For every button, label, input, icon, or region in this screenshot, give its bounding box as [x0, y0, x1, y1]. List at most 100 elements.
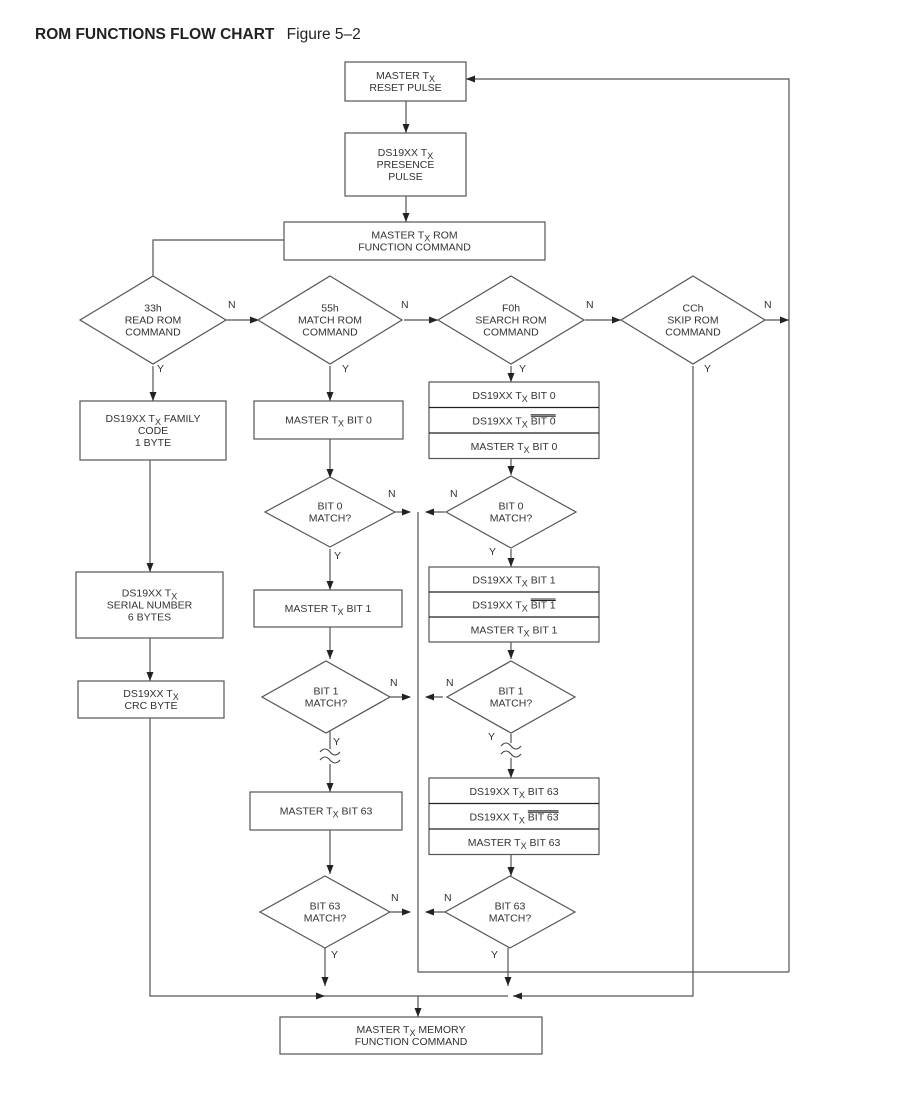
yes-label: Y: [334, 550, 341, 562]
search-rom-decision-text: SEARCH ROM: [475, 315, 546, 327]
master-bit63-node: MASTER TX BIT 63: [249, 791, 403, 831]
arrowhead: [402, 213, 410, 222]
arrowhead: [326, 865, 334, 874]
arrowhead: [507, 466, 515, 475]
break-symbol: [319, 748, 341, 764]
yes-label: Y: [157, 363, 164, 375]
presence-pulse-node-text: PULSE: [388, 171, 422, 183]
presence-pulse-node: DS19XX TXPRESENCEPULSE: [344, 132, 467, 197]
wave-line: [319, 756, 341, 764]
break-symbol: [500, 742, 522, 758]
yes-label: Y: [331, 949, 338, 961]
search-bit0-decision-text: BIT 0: [499, 501, 524, 513]
no-label: N: [228, 299, 236, 311]
master-bit1-node-text: MASTER TX BIT 1: [285, 603, 372, 617]
arrowhead: [326, 581, 334, 590]
match-bit63-decision: BIT 63MATCH?: [258, 875, 392, 949]
search-rom-decision-text: F0h: [502, 303, 520, 315]
serial-number-node-text: SERIAL NUMBER: [107, 600, 193, 612]
match-bit1-decision: BIT 1MATCH?: [260, 660, 392, 734]
arrowhead: [513, 992, 522, 1000]
arrowhead: [326, 392, 334, 401]
no-label: N: [391, 892, 399, 904]
master-bit0-node-text: MASTER TX BIT 0: [285, 415, 372, 429]
presence-pulse-node-text: PRESENCE: [377, 159, 435, 171]
match-bit63-decision-text: BIT 63: [310, 901, 341, 913]
wave-line: [319, 748, 341, 756]
match-rom-decision-text: COMMAND: [302, 327, 358, 339]
read-rom-decision-text: COMMAND: [125, 327, 181, 339]
reset-pulse-node: MASTER TXRESET PULSE: [344, 61, 467, 102]
crc-byte-node-text: CRC BYTE: [124, 700, 177, 712]
yes-label: Y: [704, 363, 711, 375]
skip-rom-decision: CChSKIP ROMCOMMAND: [619, 275, 767, 365]
connector-lines: [146, 75, 790, 1017]
match-bit63-decision-text: MATCH?: [304, 913, 347, 925]
family-code-node-text: CODE: [138, 425, 168, 437]
family-code-node: DS19XX TX FAMILYCODE1 BYTE: [79, 400, 227, 461]
arrowhead: [425, 908, 434, 916]
match-bit0-decision-text: BIT 0: [318, 501, 343, 513]
memory-function-command-node: MASTER TX MEMORYFUNCTION COMMAND: [279, 1016, 543, 1055]
search-bit1-stack-row-text: DS19XX TX BIT 1: [472, 575, 555, 589]
no-label: N: [401, 299, 409, 311]
match-bit0-decision-text: MATCH?: [309, 513, 352, 525]
match-bit1-decision-text: BIT 1: [314, 686, 339, 698]
read-rom-decision: 33hREAD ROMCOMMAND: [78, 275, 228, 365]
match-bit1-decision-text: MATCH?: [305, 698, 348, 710]
crc-byte-node: DS19XX TXCRC BYTE: [77, 680, 225, 719]
no-label: N: [586, 299, 594, 311]
master-bit1-node: MASTER TX BIT 1: [253, 589, 403, 628]
skip-rom-decision-text: CCh: [682, 303, 703, 315]
search-bit63-stack-row-text: DS19XX TX BIT 63: [469, 786, 558, 800]
skip-rom-decision-text: SKIP ROM: [667, 315, 718, 327]
yes-label: Y: [333, 736, 340, 748]
arrowhead: [402, 124, 410, 133]
search-bit63-decision: BIT 63MATCH?: [443, 875, 577, 949]
arrowhead: [612, 316, 621, 324]
search-bit63-stack: DS19XX TX BIT 63 DS19XX TX BIT 63 MASTER T…: [428, 777, 600, 856]
search-bit0-stack-row-text: DS19XX TX BIT 0: [472, 390, 555, 404]
arrowhead: [402, 908, 411, 916]
search-bit63-decision-text: BIT 63: [495, 901, 526, 913]
no-label: N: [388, 488, 396, 500]
arrowhead: [425, 508, 434, 516]
match-bit0-decision: BIT 0MATCH?: [263, 476, 397, 548]
arrowhead: [507, 373, 515, 382]
no-label: N: [764, 299, 772, 311]
memory-function-command-node-text: FUNCTION COMMAND: [355, 1036, 468, 1048]
search-rom-decision: F0hSEARCH ROMCOMMAND: [436, 275, 586, 365]
reset-pulse-node-text: RESET PULSE: [369, 82, 441, 94]
serial-number-node-text: 6 BYTES: [128, 612, 171, 624]
arrowhead: [321, 977, 329, 986]
no-label: N: [446, 677, 454, 689]
yes-label: Y: [491, 949, 498, 961]
overlined-text: BIT 0: [531, 415, 556, 427]
search-bit0-decision-text: MATCH?: [490, 513, 533, 525]
arrowhead: [146, 672, 154, 681]
connector-line: [152, 239, 284, 288]
overlined-text: BIT 1: [531, 600, 556, 612]
arrowhead: [316, 992, 325, 1000]
search-bit1-decision: BIT 1MATCH?: [445, 660, 577, 734]
match-rom-decision: 55hMATCH ROMCOMMAND: [256, 275, 404, 365]
arrowhead: [466, 75, 475, 83]
rom-functions-flowchart: MASTER TXRESET PULSE DS19XX TXPRESENCEPUL…: [75, 61, 790, 1055]
arrowhead: [507, 867, 515, 876]
read-rom-decision-text: 33h: [144, 303, 162, 315]
search-bit0-stack: DS19XX TX BIT 0 DS19XX TX BIT 0 MASTER TX …: [428, 381, 600, 460]
connector-line: [149, 718, 325, 997]
arrowhead: [504, 977, 512, 986]
arrowhead: [425, 693, 434, 701]
search-bit63-decision-text: MATCH?: [489, 913, 532, 925]
arrowhead: [414, 1008, 422, 1017]
no-label: N: [390, 677, 398, 689]
yes-label: Y: [488, 731, 495, 743]
family-code-node-text: 1 BYTE: [135, 437, 171, 449]
arrowhead: [507, 558, 515, 567]
search-bit63-stack-row-text: DS19XX TX BIT 63: [469, 811, 558, 825]
arrowhead: [146, 563, 154, 572]
search-bit0-stack-row-text: DS19XX TX BIT 0: [472, 415, 555, 429]
search-bit1-decision-text: BIT 1: [499, 686, 524, 698]
rom-function-command-node: MASTER TX ROMFUNCTION COMMAND: [283, 221, 546, 261]
